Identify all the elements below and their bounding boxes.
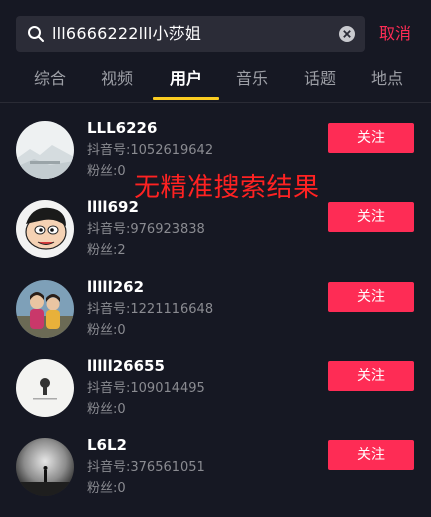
no-exact-results-annotation: 无精准搜索结果: [134, 173, 320, 203]
search-bar[interactable]: lll6666222lll小莎姐: [16, 16, 365, 52]
douyin-id: 抖音号:376561051: [87, 460, 205, 475]
user-row[interactable]: lllll262 抖音号:1221116648 粉丝:0 关注: [0, 278, 431, 359]
search-icon: [27, 25, 45, 43]
avatar[interactable]: [16, 359, 74, 417]
douyin-id: 抖音号:1052619642: [87, 143, 214, 158]
tab-music[interactable]: 音乐: [220, 60, 284, 98]
divider: [0, 102, 431, 103]
follow-button[interactable]: 关注: [328, 361, 414, 391]
user-row[interactable]: L6L2 抖音号:376561051 粉丝:0 关注: [0, 436, 431, 517]
tab-active-indicator: [153, 97, 219, 100]
tab-users[interactable]: 用户: [154, 60, 218, 98]
avatar[interactable]: [16, 200, 74, 258]
follow-button[interactable]: 关注: [328, 282, 414, 312]
cancel-button[interactable]: 取消: [379, 16, 411, 52]
fans-count: 粉丝:0: [87, 323, 126, 338]
user-row[interactable]: llll692 抖音号:976923838 粉丝:2 关注: [0, 198, 431, 279]
avatar[interactable]: [16, 121, 74, 179]
clear-icon[interactable]: [338, 25, 356, 43]
username: L6L2: [87, 436, 127, 454]
fans-count: 粉丝:2: [87, 243, 126, 258]
follow-button[interactable]: 关注: [328, 202, 414, 232]
follow-button[interactable]: 关注: [328, 123, 414, 153]
fans-count: 粉丝:0: [87, 481, 126, 496]
tab-video[interactable]: 视频: [85, 60, 149, 98]
username: lllll26655: [87, 357, 165, 375]
douyin-id: 抖音号:109014495: [87, 381, 205, 396]
douyin-id: 抖音号:1221116648: [87, 302, 214, 317]
username: lllll262: [87, 278, 145, 296]
username: LLL6226: [87, 119, 158, 137]
fans-count: 粉丝:0: [87, 402, 126, 417]
tab-comprehensive[interactable]: 综合: [18, 60, 82, 98]
douyin-id: 抖音号:976923838: [87, 222, 205, 237]
avatar[interactable]: [16, 438, 74, 496]
tab-topics[interactable]: 话题: [288, 60, 352, 98]
search-input[interactable]: lll6666222lll小莎姐: [52, 16, 201, 52]
tab-places[interactable]: 地点: [355, 60, 419, 98]
avatar[interactable]: [16, 280, 74, 338]
user-row[interactable]: lllll26655 抖音号:109014495 粉丝:0 关注: [0, 357, 431, 438]
fans-count: 粉丝:0: [87, 164, 126, 179]
follow-button[interactable]: 关注: [328, 440, 414, 470]
username: llll692: [87, 198, 139, 216]
tab-bar: 综合 视频 用户 音乐 话题 地点: [0, 60, 431, 104]
